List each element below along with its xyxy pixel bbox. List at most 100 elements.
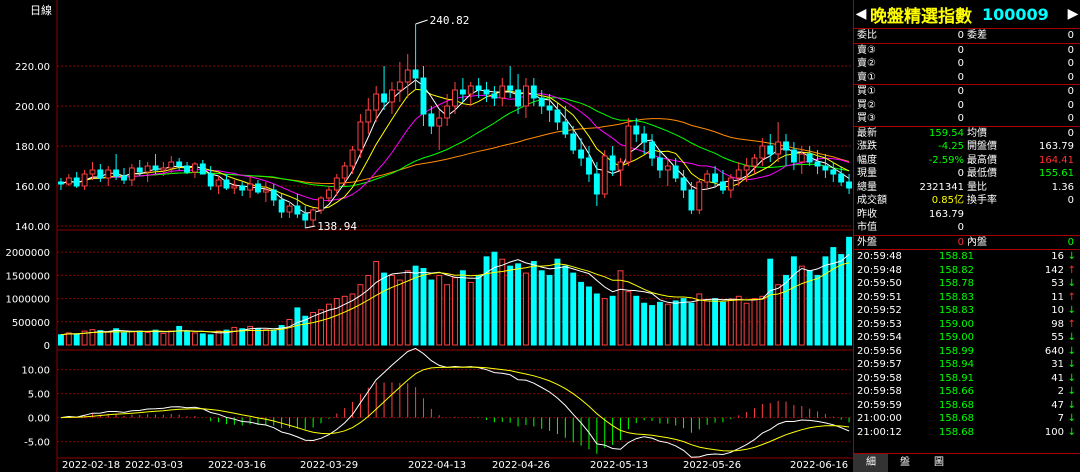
tick-price: 158.78: [939, 278, 974, 289]
volume-bar: [846, 236, 853, 346]
kline-chart-area[interactable]: 日線 220.00 200.00 180.00 160.00 140.00 240.82 13…: [0, 0, 853, 472]
candle-body: [144, 165, 151, 173]
stat-value: 0: [957, 222, 964, 233]
tick-row: 20:59:59 158.68 47 ↓: [854, 399, 1080, 413]
stat-label: 市值: [857, 222, 877, 233]
volume-bar: [168, 330, 175, 346]
candle-body: [294, 205, 301, 215]
stat-row: 成交額 0.85亿 換手率 0: [854, 194, 1080, 208]
volume-bar: [822, 256, 829, 346]
volume-bar: [538, 270, 545, 346]
candle-body: [231, 185, 238, 189]
tick-row: 20:59:52 158.83 10 ↓: [854, 304, 1080, 318]
volume-bar: [593, 293, 600, 346]
candle-body: [751, 157, 758, 167]
candle-body: [586, 157, 592, 175]
candle-body: [128, 167, 135, 181]
candle-body: [373, 93, 380, 111]
tab-book[interactable]: 盤: [888, 454, 922, 472]
tick-row: 20:59:58 158.91 41 ↓: [854, 372, 1080, 386]
candle-body: [727, 177, 734, 191]
candle-body: [255, 183, 261, 193]
volume-bar: [286, 318, 293, 346]
volume-bar: [128, 331, 135, 346]
stat-value: 1.36: [1051, 181, 1074, 193]
candle-body: [712, 173, 719, 183]
candle-body: [215, 179, 222, 187]
kline-chart-svg[interactable]: 日線 220.00 200.00 180.00 160.00 140.00 240.82 13…: [0, 0, 853, 472]
stat-row: 漲跌 -4.25 開盤價 163.79: [854, 140, 1080, 154]
stat-label: 量比: [967, 181, 987, 193]
next-arrow-icon[interactable]: ▶: [1066, 6, 1080, 22]
stat-label: 最新: [857, 127, 877, 139]
stat-row: 市值 0: [854, 221, 1080, 235]
volume-bar: [121, 332, 127, 346]
candle-body: [365, 109, 372, 123]
volume-bar: [452, 277, 458, 346]
candle-body: [830, 169, 837, 175]
ask-volume: 0: [1067, 71, 1074, 83]
volume-bar: [830, 247, 837, 346]
candle-body: [97, 169, 104, 179]
candle-body: [696, 181, 703, 211]
volume-bar: [641, 302, 648, 346]
volume-bar: [396, 279, 403, 346]
waipan-value: 0: [957, 236, 964, 248]
tick-volume: 47: [1051, 399, 1064, 411]
stat-row: 現量 0 最低價 155.61: [854, 167, 1080, 181]
tab-chart[interactable]: 圖: [922, 454, 956, 472]
candle-body: [310, 209, 317, 221]
volume-bar: [743, 302, 750, 346]
volume-tick-label: 1000000: [5, 295, 50, 306]
candle-body: [617, 161, 624, 171]
candle-body: [499, 85, 506, 99]
tick-volume: 31: [1051, 359, 1064, 370]
price-tick-label: 160.00: [15, 182, 50, 193]
tick-price: 158.99: [939, 345, 974, 357]
tick-price: 159.00: [939, 332, 974, 343]
volume-bar: [735, 295, 742, 346]
bid-label: 買①: [857, 86, 876, 97]
candle-body: [538, 97, 545, 107]
tick-volume: 98: [1051, 318, 1064, 330]
bid-price: 0: [957, 86, 964, 97]
volume-bar: [838, 254, 845, 346]
tab-detail[interactable]: 細: [854, 454, 888, 472]
candle-body: [530, 85, 537, 99]
stat-row: 昨收 163.79: [854, 208, 1080, 222]
down-arrow-icon: ↓: [1067, 386, 1076, 397]
candle-body: [507, 85, 514, 91]
price-tick-label: 140.00: [15, 222, 50, 233]
bid-volume: 0: [1067, 99, 1074, 111]
candle-body: [609, 155, 616, 171]
stat-value: 159.54: [929, 127, 964, 139]
candle-body: [239, 185, 246, 191]
bid-row: 買① 0 0: [854, 85, 1080, 99]
tick-price: 158.94: [939, 359, 974, 370]
volume-bar: [783, 274, 789, 346]
candle-body: [333, 177, 340, 191]
stat-label: 成交額: [857, 195, 887, 206]
macd-dea-line: [60, 366, 850, 452]
tick-row: 20:59:58 158.66 2 ↓: [854, 385, 1080, 399]
candle-body: [838, 173, 845, 183]
weibi-label: 委比: [857, 30, 877, 41]
volume-bar: [530, 261, 537, 346]
volume-bar: [767, 258, 774, 346]
candle-body: [735, 169, 742, 179]
candle-body: [743, 165, 750, 171]
stat-label: 均價: [967, 127, 987, 139]
tick-volume: 16: [1051, 251, 1064, 262]
weibi-row: 委比 0 委差 0: [854, 29, 1080, 43]
candle-body: [191, 163, 198, 173]
candle-body: [168, 161, 175, 169]
stat-label: 最高價: [967, 154, 997, 166]
panel-title-bar: ◀ 晚盤精選指數 100009 ▶: [854, 0, 1080, 29]
tick-time: 20:59:54: [857, 332, 902, 343]
price-tick-label: 180.00: [15, 142, 50, 153]
volume-bar: [680, 298, 687, 346]
candle-body: [601, 155, 608, 195]
stat-label: 換手率: [967, 195, 997, 206]
ask-price: 0: [957, 71, 964, 83]
prev-arrow-icon[interactable]: ◀: [854, 6, 868, 22]
